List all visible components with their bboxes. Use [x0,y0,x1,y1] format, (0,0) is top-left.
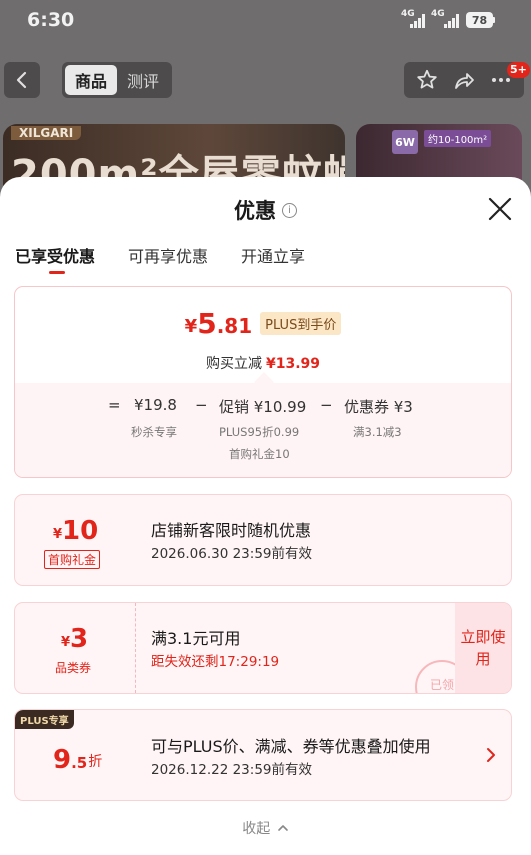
chevron-left-icon [16,71,27,89]
final-price-row: ¥ 5 .81 PLUS到手价 [15,309,511,339]
amount-value: 3 [70,624,89,654]
banner-brand: XILGARI [11,126,82,140]
product-nav-bar: 商品 测评 5+ [0,60,531,102]
share-icon[interactable] [452,68,476,92]
promo-note: PLUS95折0.99 [219,425,300,439]
back-button[interactable] [4,62,40,98]
discount-unit: 折 [88,754,103,770]
signal-icon: 4G [401,9,426,28]
status-time: 6:30 [27,9,75,31]
tab-more-discounts[interactable]: 可再享优惠 [128,243,208,273]
discount-sheet: 优惠 i 已享受优惠 可再享优惠 开通立享 ¥ 5 .81 PLUS到手价 购买… [0,177,531,855]
card-validity: 2026.12.22 23:59前有效 [151,762,312,778]
card-title: 店铺新客限时随机优惠 [151,521,312,540]
tab-activate-discounts[interactable]: 开通立享 [241,243,305,273]
collapse-button[interactable]: 收起 [0,818,531,838]
plus-exclusive-tag: PLUS专享 [15,710,74,729]
discount-card-plus[interactable]: PLUS专享 9 .5 折 可与PLUS价、满减、券等优惠叠加使用 2026.1… [14,709,512,801]
discount-integer: 9 [53,745,72,775]
discount-card-gift[interactable]: ¥ 10 首购礼金 店铺新客限时随机优惠 2026.06.30 23:59前有效 [14,494,512,586]
banner-area-tag: 约10-100m² [424,130,492,147]
banner-power-tag: 6W [392,130,418,154]
base-price: ¥19.8 [134,396,177,414]
sheet-title: 优惠 [234,199,276,223]
card-title: 可与PLUS价、满减、券等优惠叠加使用 [151,737,431,756]
coupon-note: 满3.1减3 [353,425,402,439]
total-reduction: 购买立减 ¥13.99 [15,353,511,373]
sheet-header: 优惠 i [0,195,531,225]
gift-label: 首购礼金 [44,550,101,569]
signal-icon: 4G [431,9,460,28]
tab-product[interactable]: 商品 [65,65,117,95]
plus-price-tag: PLUS到手价 [260,312,342,335]
gift-amount: ¥ 10 [53,517,98,545]
price-integer: 5 [197,307,217,340]
tab-enjoyed-discounts[interactable]: 已享受优惠 [15,243,95,274]
card-title: 满3.1元可用 [151,629,241,648]
base-price-note: 秒杀专享 [131,425,177,439]
price-formula: = ¥19.8 − 促销 ¥10.99 − 优惠券 ¥3 [15,396,511,420]
discount-tabs: 已享受优惠 可再享优惠 开通立享 [15,243,305,274]
coupon-amount: 优惠券 ¥3 [344,398,413,416]
discount-card-coupon: ¥ 3 品类券 满3.1元可用 距失效还剩17:29:19 已领 立即使用 [14,602,512,694]
discount-decimal: .5 [71,754,88,772]
collapse-label: 收起 [242,821,271,837]
amount-value: 10 [62,516,99,546]
status-icons: 4G 4G 78 [401,9,495,30]
promo-note: 首购礼金10 [229,447,290,461]
price-decimal: .81 [216,314,253,338]
star-icon[interactable] [415,68,439,92]
info-icon[interactable]: i [282,202,297,218]
currency-symbol: ¥ [184,316,198,337]
product-tabs: 商品 测评 [62,62,172,98]
signal-label: 4G [431,9,445,19]
coupon-divider [135,603,136,693]
plus-discount: 9 .5 折 [53,746,102,774]
battery-icon: 78 [466,12,495,28]
nav-actions [404,62,524,98]
price-summary-card: ¥ 5 .81 PLUS到手价 购买立减 ¥13.99 = ¥19.8 − 促销 … [14,286,512,478]
card-validity: 2026.06.30 23:59前有效 [151,546,312,562]
message-badge: 5+ [507,62,530,78]
status-bar: 6:30 4G 4G 78 [0,0,531,40]
promotion-amount: 促销 ¥10.99 [219,398,307,416]
equals-sign: = [108,396,121,414]
coupon-value: ¥ 3 [61,625,88,653]
reduction-label: 购买立减 [205,356,262,372]
tab-review[interactable]: 测评 [117,65,169,95]
currency-symbol: ¥ [53,527,63,542]
reduction-value: ¥13.99 [265,356,321,372]
currency-symbol: ¥ [61,635,71,650]
chevron-right-icon[interactable] [485,746,497,764]
use-now-button[interactable]: 立即使用 [455,603,511,693]
battery-level: 78 [466,12,493,28]
signal-label: 4G [401,9,415,19]
minus-sign: − [195,396,208,414]
close-icon[interactable] [486,195,514,223]
minus-sign: − [320,396,333,414]
coupon-type-label: 品类券 [55,661,92,675]
final-price: ¥ 5 .81 [185,309,252,339]
card-countdown: 距失效还剩17:29:19 [151,654,280,670]
chevron-up-icon [277,825,288,831]
